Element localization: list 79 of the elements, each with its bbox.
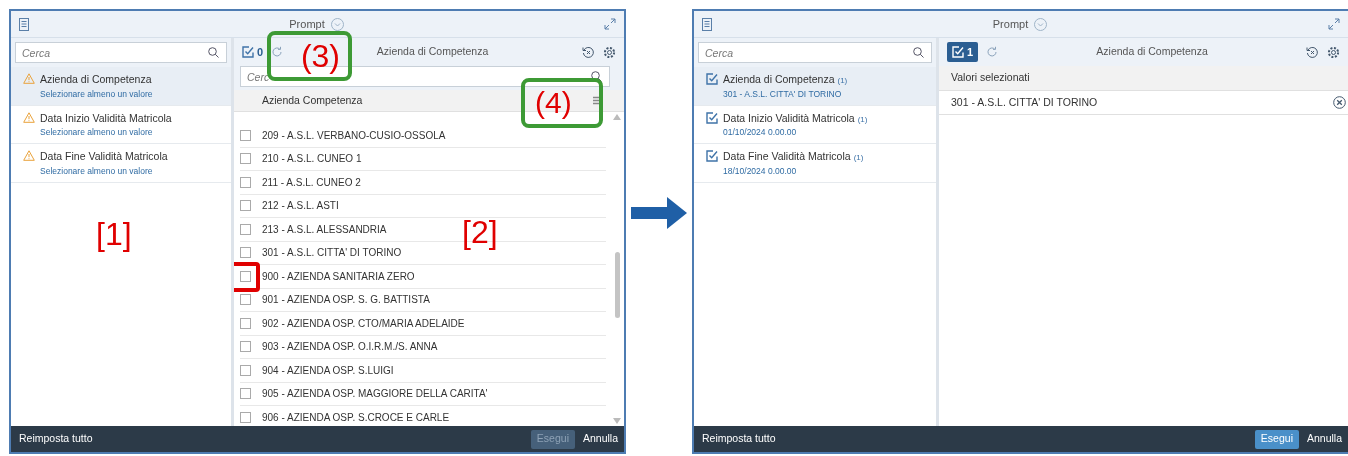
- reset-filter-icon: [582, 45, 595, 59]
- checkbox[interactable]: [240, 176, 251, 188]
- dialog-title: Prompt: [992, 16, 1029, 32]
- selected-value: 301 - A.S.L. CITTA' DI TORINO: [951, 94, 1099, 110]
- search-field[interactable]: Cerca: [15, 42, 227, 63]
- search-icon: [913, 47, 924, 58]
- checkbox[interactable]: [240, 247, 251, 259]
- dialog-title: Prompt: [289, 16, 325, 32]
- list-item[interactable]: 904 - AZIENDA OSP. S.LUIGI: [262, 362, 394, 378]
- checkbox[interactable]: [240, 411, 251, 423]
- item-title: Data Fine Validità Matricola: [40, 149, 168, 164]
- list-item[interactable]: 212 - A.S.L. ASTI: [262, 198, 339, 214]
- menu-icon: [593, 96, 602, 105]
- chevron-down-icon: [330, 17, 344, 31]
- search-icon: [208, 47, 219, 58]
- annotation-label: [2]: [462, 216, 498, 248]
- list-item[interactable]: 902 - AZIENDA OSP. CTO/MARIA ADELAIDE: [262, 315, 465, 331]
- item-count: (1): [837, 75, 848, 87]
- cancel-button[interactable]: Annulla: [582, 429, 618, 449]
- list-item[interactable]: 210 - A.S.L. CUNEO 1: [262, 151, 362, 167]
- item-value: 301 - A.S.L. CITTA' DI TORINO: [723, 87, 843, 101]
- list-item[interactable]: 905 - AZIENDA OSP. MAGGIORE DELLA CARITA': [262, 386, 488, 402]
- document-icon: [702, 17, 712, 31]
- checkbox[interactable]: [240, 270, 251, 282]
- reset-filter-icon: [1306, 45, 1319, 59]
- remove-icon[interactable]: [1333, 96, 1346, 109]
- selected-count-button[interactable]: 0: [242, 42, 264, 62]
- item-title: Azienda di Competenza: [40, 72, 152, 87]
- expand-icon: [604, 18, 616, 30]
- checkbox[interactable]: [240, 129, 251, 141]
- refresh-icon: [271, 46, 284, 58]
- list-item[interactable]: 906 - AZIENDA OSP. S.CROCE E CARLE: [262, 409, 450, 425]
- item-title: Data Inizio Validità Matricola: [40, 110, 172, 126]
- checkbox-check-icon: [242, 46, 254, 58]
- refresh-icon: [986, 46, 999, 58]
- list-item[interactable]: 900 - AZIENDA SANITARIA ZERO: [262, 268, 415, 284]
- list-item[interactable]: 903 - AZIENDA OSP. O.I.R.M./S. ANNA: [262, 339, 438, 355]
- checkbox[interactable]: [240, 294, 251, 306]
- annotation-label: (4): [521, 78, 603, 128]
- prompt-item[interactable]: Azienda di Competenza Selezionare almeno un valore: [11, 67, 231, 106]
- list-item[interactable]: 301 - A.S.L. CITTA' DI TORINO: [262, 245, 402, 261]
- checkbox[interactable]: [240, 200, 251, 212]
- item-title: Data Fine Validità Matricola: [723, 149, 851, 164]
- settings-icon: [1327, 45, 1340, 59]
- item-count: (1): [853, 152, 864, 164]
- checkbox[interactable]: [240, 153, 251, 165]
- item-value: 01/10/2024 0.00.00: [723, 126, 798, 139]
- item-value: 18/10/2024 0.00.00: [723, 164, 798, 178]
- cancel-button[interactable]: Annulla: [1306, 429, 1342, 449]
- reset-all-link[interactable]: Reimposta tutto: [19, 431, 523, 447]
- document-icon: [19, 17, 29, 31]
- flow-arrow: [631, 194, 687, 231]
- pane-title: Azienda di Competenza: [376, 44, 489, 60]
- item-value: Selezionare almeno un valore: [40, 87, 153, 101]
- expand-icon: [1328, 18, 1340, 30]
- reset-all-link[interactable]: Reimposta tutto: [702, 431, 1247, 447]
- pane-title: Azienda di Competenza: [1096, 44, 1208, 60]
- search-field[interactable]: Cerca: [698, 42, 932, 63]
- item-value: Selezionare almeno un valore: [40, 164, 154, 178]
- checkbox[interactable]: [240, 317, 251, 329]
- item-title: Azienda di Competenza: [723, 72, 835, 87]
- chevron-down-icon: [1034, 17, 1048, 31]
- checkbox-check-icon: [952, 46, 964, 58]
- list-item[interactable]: 213 - A.S.L. ALESSANDRIA: [262, 221, 387, 237]
- item-title: Data Inizio Validità Matricola: [723, 110, 855, 126]
- item-count: (1): [857, 113, 868, 126]
- section-header: Valori selezionati: [939, 66, 1348, 91]
- item-value: Selezionare almeno un valore: [40, 126, 154, 139]
- list-item[interactable]: 209 - A.S.L. VERBANO-CUSIO-OSSOLA: [262, 127, 446, 143]
- selected-count-button[interactable]: 1: [947, 42, 979, 62]
- list-item[interactable]: 901 - AZIENDA OSP. S. G. BATTISTA: [262, 292, 430, 308]
- prompt-item[interactable]: Azienda di Competenza (1) 301 - A.S.L. CITTA' DI TORINO: [694, 67, 936, 106]
- checkbox[interactable]: [240, 341, 251, 353]
- annotation-label: [1]: [96, 218, 132, 250]
- checkbox[interactable]: [240, 364, 251, 376]
- settings-icon: [603, 45, 616, 59]
- checkbox[interactable]: [240, 223, 251, 235]
- checkbox[interactable]: [240, 388, 251, 400]
- list-item[interactable]: 211 - A.S.L. CUNEO 2: [262, 174, 361, 190]
